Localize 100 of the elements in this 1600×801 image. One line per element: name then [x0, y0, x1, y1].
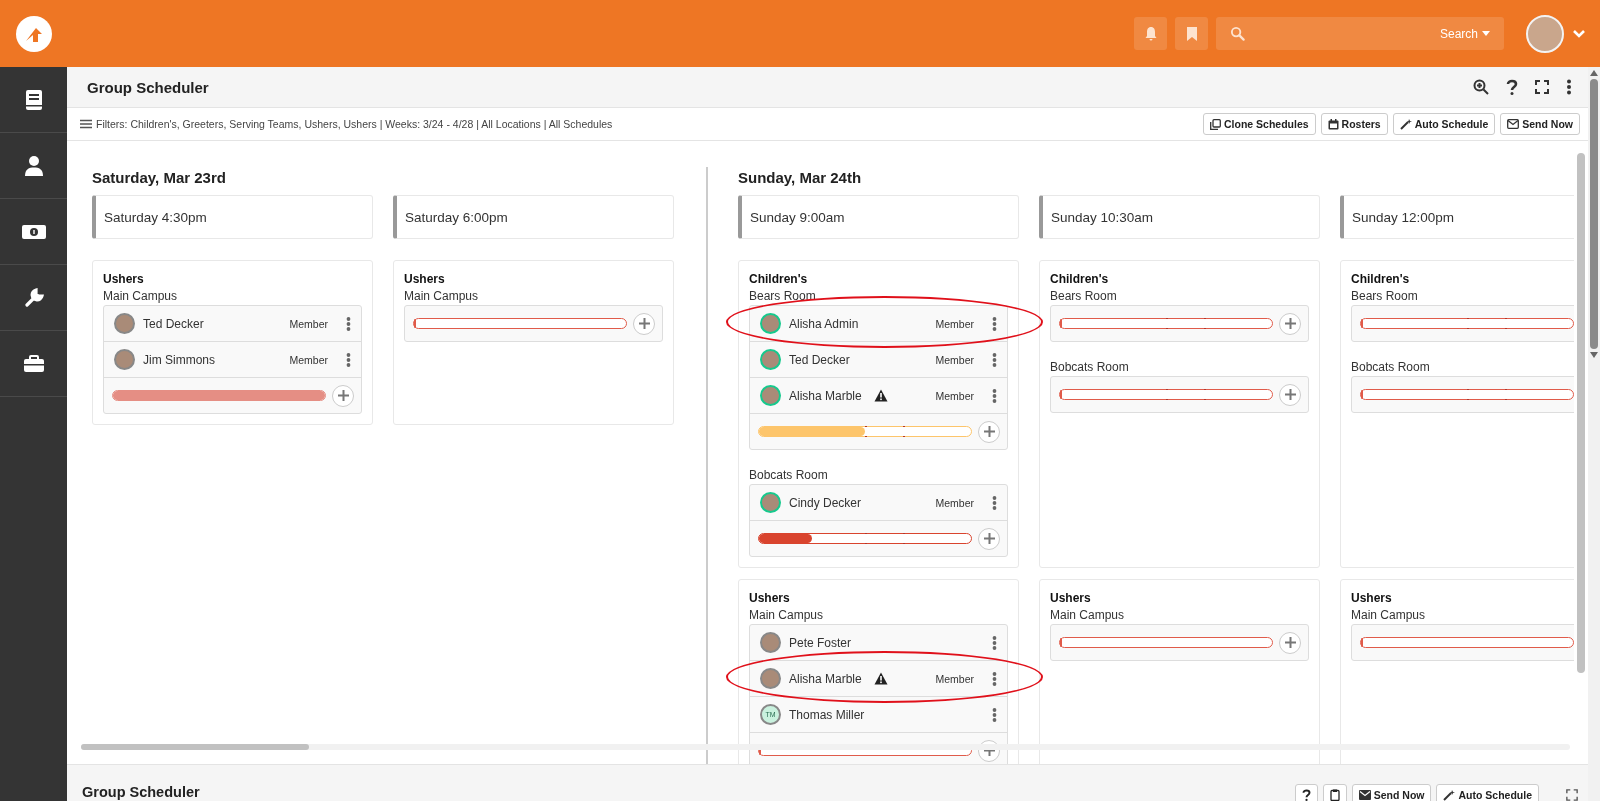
member-name: Alisha Admin — [789, 316, 859, 331]
group-name: Ushers — [404, 272, 446, 286]
zoom-in-icon[interactable] — [1473, 79, 1489, 95]
group-name: Ushers — [103, 272, 145, 286]
more-icon[interactable] — [992, 635, 997, 650]
member-role: Member — [289, 317, 328, 330]
add-button[interactable] — [978, 527, 1000, 550]
member-name: Ted Decker — [143, 316, 204, 331]
group-name: Children's — [749, 272, 809, 286]
page-scrollbar[interactable] — [1588, 67, 1600, 801]
location-name: Bears Room — [1351, 289, 1419, 303]
add-button[interactable] — [1279, 312, 1301, 335]
icon-button[interactable] — [1322, 784, 1347, 801]
location-name: Bobcats Room — [749, 468, 829, 482]
member-row[interactable]: Alisha Admin Member — [750, 306, 1007, 342]
group-name: Ushers — [1050, 591, 1092, 605]
member-name: Pete Foster — [789, 635, 852, 650]
member-row[interactable]: Cindy Decker Member — [750, 485, 1007, 521]
member-row[interactable]: Pete Foster — [750, 625, 1007, 661]
location-name: Bobcats Room — [1351, 360, 1431, 374]
plus-icon — [1284, 318, 1296, 329]
logo-icon[interactable] — [16, 15, 52, 52]
plus-icon — [983, 533, 995, 544]
magic-wand-icon — [1443, 789, 1456, 801]
member-name: Ted Decker — [789, 352, 850, 367]
action-button[interactable]: Send Now — [1351, 784, 1432, 801]
user-avatar[interactable] — [1526, 14, 1564, 53]
action-button[interactable]: Rosters — [1320, 113, 1388, 135]
more-icon[interactable] — [1566, 79, 1572, 95]
wrench-icon — [23, 287, 44, 308]
briefcase-icon — [22, 354, 45, 373]
icon-button[interactable] — [1294, 784, 1318, 801]
scrollbar-thumb[interactable] — [1590, 79, 1598, 349]
group-name: Ushers — [749, 591, 791, 605]
chevron-down-icon[interactable] — [1572, 28, 1586, 39]
location-name: Bears Room — [1050, 289, 1118, 303]
add-button[interactable] — [1279, 383, 1301, 406]
horizontal-scrollbar[interactable] — [81, 744, 1570, 750]
more-icon[interactable] — [992, 671, 997, 686]
location-name: Main Campus — [404, 289, 480, 303]
scrollbar-thumb[interactable] — [1577, 153, 1585, 673]
member-role: Member — [289, 353, 328, 366]
filter-icon[interactable] — [80, 119, 92, 129]
caret-icon — [1482, 31, 1490, 36]
add-button[interactable] — [332, 384, 354, 407]
clipboard-icon — [1329, 789, 1340, 801]
search-icon — [1230, 26, 1245, 41]
member-row[interactable]: Ted Decker Member — [750, 342, 1007, 378]
scroll-up-icon[interactable] — [1590, 70, 1598, 76]
plus-icon — [983, 426, 995, 437]
plus-icon — [1284, 637, 1296, 648]
member-row[interactable]: Jim Simmons Member — [104, 342, 361, 378]
calendar-icon — [1327, 118, 1339, 130]
member-name: Jim Simmons — [143, 352, 215, 367]
add-button[interactable] — [1279, 631, 1301, 654]
member-row[interactable]: Alisha Marble Member — [750, 378, 1007, 414]
scroll-down-icon[interactable] — [1590, 352, 1598, 358]
member-row[interactable]: Alisha Marble Member — [750, 661, 1007, 697]
add-button[interactable] — [633, 312, 655, 335]
envelope-icon — [1358, 790, 1371, 800]
group-name: Children's — [1050, 272, 1110, 286]
more-icon[interactable] — [346, 316, 351, 331]
location-name: Main Campus — [1050, 608, 1126, 622]
member-role: Member — [935, 353, 974, 366]
scrollbar-thumb[interactable] — [81, 744, 309, 750]
more-icon[interactable] — [992, 495, 997, 510]
member-name: Alisha Marble — [789, 388, 862, 403]
location-name: Main Campus — [1351, 608, 1427, 622]
location-name: Bears Room — [749, 289, 817, 303]
more-icon[interactable] — [992, 707, 997, 722]
help-icon — [1301, 789, 1311, 801]
plus-icon — [638, 318, 650, 329]
more-icon[interactable] — [992, 316, 997, 331]
more-icon[interactable] — [992, 388, 997, 403]
plus-icon — [1284, 389, 1296, 400]
help-icon[interactable] — [1506, 79, 1518, 95]
block-title: Group Scheduler — [82, 784, 200, 800]
fullscreen-icon[interactable] — [1535, 80, 1549, 94]
location-name: Bobcats Room — [1050, 360, 1130, 374]
action-button[interactable]: Send Now — [1500, 113, 1580, 135]
more-icon[interactable] — [346, 352, 351, 367]
schedule-time: Sunday 12:00pm — [1351, 209, 1455, 225]
more-icon[interactable] — [992, 352, 997, 367]
money-icon — [20, 222, 47, 241]
schedule-time: Saturday 6:00pm — [404, 209, 508, 225]
location-name: Main Campus — [749, 608, 825, 622]
filter-summary[interactable]: Filters: Children's, Greeters, Serving Teams, Ushers, Ushers | Weeks: 3/24 - 4/28 | All Locations | All Schedules — [96, 118, 613, 130]
member-row[interactable]: Ted Decker Member — [104, 306, 361, 342]
add-button[interactable] — [978, 420, 1000, 443]
action-button[interactable]: Auto Schedule — [1436, 784, 1539, 801]
envelope-icon — [1507, 119, 1520, 129]
member-role: Member — [935, 317, 974, 330]
group-name: Ushers — [1351, 591, 1393, 605]
member-name: Cindy Decker — [789, 495, 862, 510]
action-button[interactable]: Clone Schedules — [1203, 113, 1316, 135]
location-name: Main Campus — [103, 289, 179, 303]
member-role: Member — [935, 672, 974, 685]
bookmark-icon — [1184, 25, 1199, 42]
member-role: Member — [935, 389, 974, 402]
action-button[interactable]: Auto Schedule — [1392, 113, 1496, 135]
